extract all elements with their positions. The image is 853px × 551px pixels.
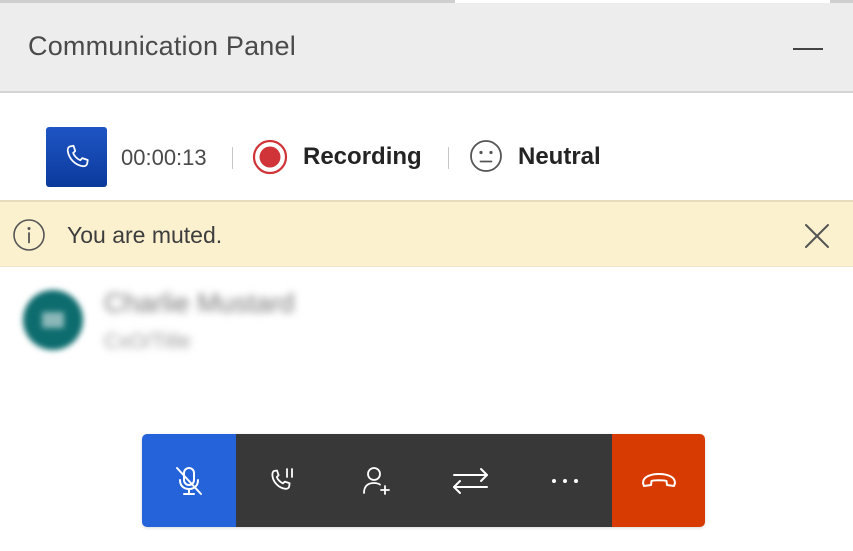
- hang-up-icon: [641, 472, 676, 487]
- contact-role: CxO/Title: [104, 330, 191, 353]
- more-icon: [552, 478, 578, 483]
- call-controls: [142, 434, 705, 527]
- separator: [232, 147, 233, 169]
- neutral-face-icon: [470, 140, 502, 172]
- phone-call-icon: [46, 127, 107, 187]
- call-timer: 00:00:13: [121, 145, 207, 170]
- recording-label: Recording: [303, 143, 422, 170]
- more-button[interactable]: [518, 434, 612, 527]
- minimize-button[interactable]: [790, 33, 826, 63]
- avatar: [23, 290, 83, 350]
- close-icon[interactable]: [800, 219, 834, 253]
- add-participant-button[interactable]: [330, 434, 424, 527]
- separator: [448, 147, 449, 169]
- hold-button[interactable]: [236, 434, 330, 527]
- mute-button[interactable]: [142, 434, 236, 527]
- panel-header: Communication Panel: [0, 3, 853, 93]
- end-call-button[interactable]: [612, 434, 705, 527]
- call-hold-icon: [271, 467, 293, 490]
- muted-banner: You are muted.: [0, 200, 853, 267]
- mic-off-icon: [176, 466, 202, 495]
- transfer-button[interactable]: [424, 434, 518, 527]
- sentiment-label: Neutral: [518, 143, 601, 170]
- contact-card: Charlie Mustard CxO/Title: [0, 270, 853, 380]
- info-icon: [13, 219, 45, 251]
- minimize-icon: [793, 48, 823, 50]
- recording-icon[interactable]: [252, 139, 288, 175]
- avatar-initials: [42, 312, 64, 328]
- banner-message: You are muted.: [67, 222, 223, 248]
- contact-name: Charlie Mustard: [104, 288, 295, 318]
- transfer-icon: [453, 467, 488, 494]
- call-status-bar: 00:00:13 Recording Neutral: [0, 95, 853, 200]
- panel-title: Communication Panel: [28, 31, 296, 61]
- person-add-icon: [363, 466, 390, 495]
